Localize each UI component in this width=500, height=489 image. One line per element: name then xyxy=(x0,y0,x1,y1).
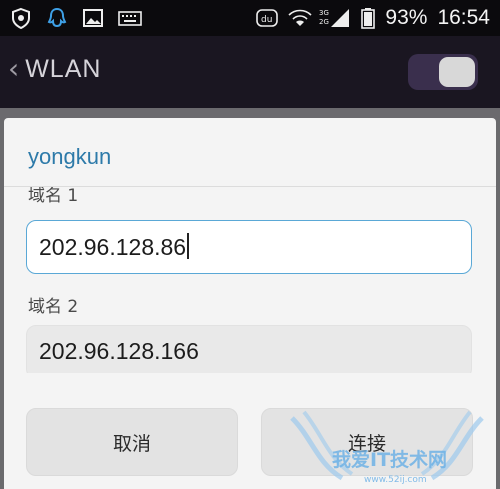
dns2-label: 域名 2 xyxy=(28,297,79,317)
toggle-knob xyxy=(439,57,475,87)
app-bar: ‹ WLAN xyxy=(0,36,500,108)
cellular-signal-icon: 3G 2G xyxy=(319,7,351,29)
dns1-value: 202.96.128.86 xyxy=(39,234,187,260)
chevron-left-icon: ‹ xyxy=(8,52,20,85)
keyboard-icon xyxy=(118,7,142,29)
network-label-bottom: 2G xyxy=(319,18,329,26)
status-bar: du 3G 2G 93% 16:54 xyxy=(0,0,500,36)
network-label-top: 3G xyxy=(319,9,329,17)
text-cursor xyxy=(187,233,189,259)
dialog-title: yongkun xyxy=(28,144,112,169)
watermark-url: www.52ij.com xyxy=(364,475,427,485)
watermark-logo: 我爱IT技术网 www.52ij.com xyxy=(290,410,484,485)
wlan-toggle[interactable] xyxy=(408,54,478,90)
back-button[interactable]: ‹ WLAN xyxy=(8,54,101,84)
watermark-text: 我爱IT技术网 xyxy=(332,448,447,471)
penguin-icon xyxy=(46,7,68,29)
dns1-input[interactable]: 202.96.128.86 xyxy=(26,220,472,274)
du-badge-icon: du xyxy=(255,7,279,29)
battery-percent: 93% xyxy=(385,6,428,29)
dns2-input[interactable]: 202.96.128.166 xyxy=(26,325,472,373)
dialog-scroll-area[interactable]: 域名 1 202.96.128.86 域名 2 202.96.128.166 xyxy=(4,187,496,373)
shield-badge-icon xyxy=(10,7,32,30)
wifi-icon xyxy=(287,7,312,29)
cancel-button[interactable]: 取消 xyxy=(26,408,238,476)
svg-text:du: du xyxy=(261,15,272,25)
dns1-label: 域名 1 xyxy=(28,187,79,206)
battery-icon xyxy=(361,7,376,29)
clock: 16:54 xyxy=(437,6,490,29)
page-title: WLAN xyxy=(25,54,102,83)
image-icon xyxy=(82,7,104,29)
dns2-value: 202.96.128.166 xyxy=(39,338,199,364)
